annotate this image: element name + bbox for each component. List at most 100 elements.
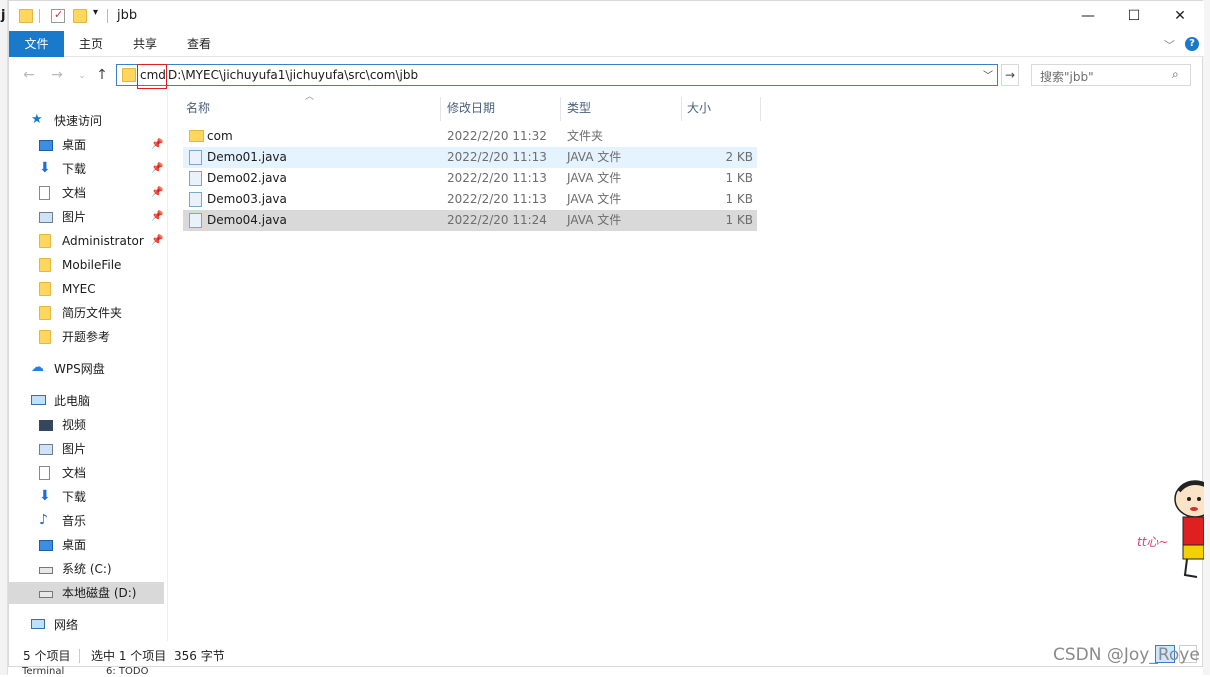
java-file-icon xyxy=(189,171,202,186)
nav-pictures[interactable]: 图片 📌 xyxy=(39,206,169,228)
list-item-folder[interactable]: com 2022/2/20 11:32 文件夹 xyxy=(183,126,757,147)
file-date: 2022/2/20 11:32 xyxy=(447,129,547,143)
go-arrow-icon[interactable]: → xyxy=(1001,64,1019,86)
folder-icon xyxy=(39,330,51,344)
minimize-button[interactable]: — xyxy=(1065,1,1111,31)
file-size: 2 KB xyxy=(725,150,753,164)
pin-icon: 📌 xyxy=(151,211,164,222)
pin-icon: 📌 xyxy=(151,235,164,246)
nav-documents[interactable]: 文档 📌 xyxy=(39,182,169,204)
window-title: jbb xyxy=(117,8,138,23)
nav-pc-downloads[interactable]: ⬇ 下载 xyxy=(39,486,169,508)
file-date: 2022/2/20 11:13 xyxy=(447,171,547,185)
folder-icon xyxy=(39,282,51,296)
tab-share[interactable]: 共享 xyxy=(118,31,172,57)
column-header-name[interactable]: 名称 xyxy=(186,97,210,119)
file-size: 1 KB xyxy=(725,171,753,185)
pin-icon: 📌 xyxy=(151,163,164,174)
background-app-strip: j xyxy=(0,0,8,675)
pin-icon: 📌 xyxy=(151,139,164,150)
nav-drive-c[interactable]: 系统 (C:) xyxy=(39,558,169,580)
forward-arrow-icon[interactable]: → xyxy=(47,67,67,85)
folder-icon xyxy=(19,9,33,23)
divider xyxy=(39,9,40,23)
nav-thesis-reference[interactable]: 开题参考 xyxy=(39,326,169,348)
help-icon[interactable]: ? xyxy=(1185,37,1199,51)
address-path: D:\MYEC\jichuyufa1\jichuyufa\src\com\jbb xyxy=(168,68,419,82)
terminal-tab[interactable]: Terminal xyxy=(22,666,64,677)
nav-desktop[interactable]: 桌面 📌 xyxy=(39,134,169,156)
address-bar[interactable]: cmd D:\MYEC\jichuyufa1\jichuyufa\src\com… xyxy=(116,64,998,89)
nav-myec[interactable]: MYEC xyxy=(39,278,169,300)
watermark: CSDN @Joy_Roye xyxy=(1053,645,1200,665)
file-type: JAVA 文件 xyxy=(567,213,622,227)
music-icon: ♪ xyxy=(39,512,48,528)
status-item-count: 5 个项目 xyxy=(23,649,71,663)
column-header-size[interactable]: 大小 xyxy=(687,97,711,119)
list-item-file-selected[interactable]: Demo04.java 2022/2/20 11:24 JAVA 文件 1 KB xyxy=(183,210,757,231)
file-name: Demo01.java xyxy=(207,150,287,164)
tab-home[interactable]: 主页 xyxy=(64,31,118,57)
search-input[interactable]: 搜索"jbb" ⌕ xyxy=(1031,64,1191,86)
status-selected: 选中 1 个项目 xyxy=(91,649,167,663)
todo-tab[interactable]: 6: TODO xyxy=(106,666,148,677)
file-date: 2022/2/20 11:13 xyxy=(447,192,547,206)
status-size: 356 字节 xyxy=(174,649,225,663)
nav-pc-pictures[interactable]: 图片 xyxy=(39,438,169,460)
document-icon xyxy=(39,466,50,480)
quick-access-dropdown-icon[interactable]: ▾ xyxy=(93,7,98,18)
close-button[interactable]: ✕ xyxy=(1157,1,1203,31)
typed-command: cmd xyxy=(140,68,166,82)
file-size: 1 KB xyxy=(725,192,753,206)
nav-videos[interactable]: 视频 xyxy=(39,414,169,436)
java-file-icon xyxy=(189,150,202,165)
column-separator xyxy=(681,97,682,121)
pane-divider xyxy=(167,91,168,641)
file-date: 2022/2/20 11:24 xyxy=(447,213,547,227)
nav-resume-folder[interactable]: 简历文件夹 xyxy=(39,302,169,324)
download-icon: ⬇ xyxy=(39,488,51,504)
properties-icon[interactable]: ✓ xyxy=(51,8,65,23)
sticker-text: tt心~ xyxy=(1137,535,1169,549)
maximize-button[interactable]: ☐ xyxy=(1111,1,1157,31)
list-item-file[interactable]: Demo01.java 2022/2/20 11:13 JAVA 文件 2 KB xyxy=(183,147,757,168)
nav-wps-drive[interactable]: ☁ WPS网盘 xyxy=(31,358,161,380)
java-file-icon xyxy=(189,192,202,207)
nav-drive-d[interactable]: 本地磁盘 (D:) xyxy=(9,582,164,604)
search-icon[interactable]: ⌕ xyxy=(1172,67,1179,82)
nav-pc-desktop[interactable]: 桌面 xyxy=(39,534,169,556)
file-name: Demo03.java xyxy=(207,192,287,206)
new-folder-icon[interactable] xyxy=(73,9,87,23)
back-arrow-icon[interactable]: ← xyxy=(19,67,39,85)
file-name: Demo02.java xyxy=(207,171,287,185)
background-letter: j xyxy=(1,8,6,23)
nav-administrator[interactable]: Administrator 📌 xyxy=(39,230,169,252)
tab-file[interactable]: 文件 xyxy=(9,31,64,57)
column-header-date[interactable]: 修改日期 xyxy=(447,97,495,119)
document-icon xyxy=(39,186,50,200)
file-type: JAVA 文件 xyxy=(567,150,622,164)
tab-view[interactable]: 查看 xyxy=(172,31,226,57)
pictures-icon xyxy=(39,212,53,223)
nav-music[interactable]: ♪ 音乐 xyxy=(39,510,169,532)
list-item-file[interactable]: Demo03.java 2022/2/20 11:13 JAVA 文件 1 KB xyxy=(183,189,757,210)
nav-this-pc[interactable]: 此电脑 xyxy=(31,390,161,412)
recent-dropdown-icon[interactable]: ⌄ xyxy=(72,71,92,89)
nav-mobilefile[interactable]: MobileFile xyxy=(39,254,169,276)
column-header-type[interactable]: 类型 xyxy=(567,97,591,119)
file-size: 1 KB xyxy=(725,213,753,227)
up-arrow-icon[interactable]: ↑ xyxy=(92,67,112,85)
list-item-file[interactable]: Demo02.java 2022/2/20 11:13 JAVA 文件 1 KB xyxy=(183,168,757,189)
nav-pc-documents[interactable]: 文档 xyxy=(39,462,169,484)
nav-quick-access[interactable]: ★ 快速访问 xyxy=(31,110,161,132)
nav-network[interactable]: 网络 xyxy=(31,614,161,636)
title-bar: ✓ ▾ jbb — ☐ ✕ xyxy=(9,1,1204,31)
expand-ribbon-icon[interactable]: ﹀ xyxy=(1164,37,1175,53)
pin-icon: 📌 xyxy=(151,187,164,198)
video-icon xyxy=(39,420,53,431)
pictures-icon xyxy=(39,444,53,455)
nav-downloads[interactable]: ⬇ 下载 📌 xyxy=(39,158,169,180)
desktop-icon xyxy=(39,540,53,551)
address-dropdown-icon[interactable]: ﹀ xyxy=(983,67,993,82)
file-name: Demo04.java xyxy=(207,213,287,227)
